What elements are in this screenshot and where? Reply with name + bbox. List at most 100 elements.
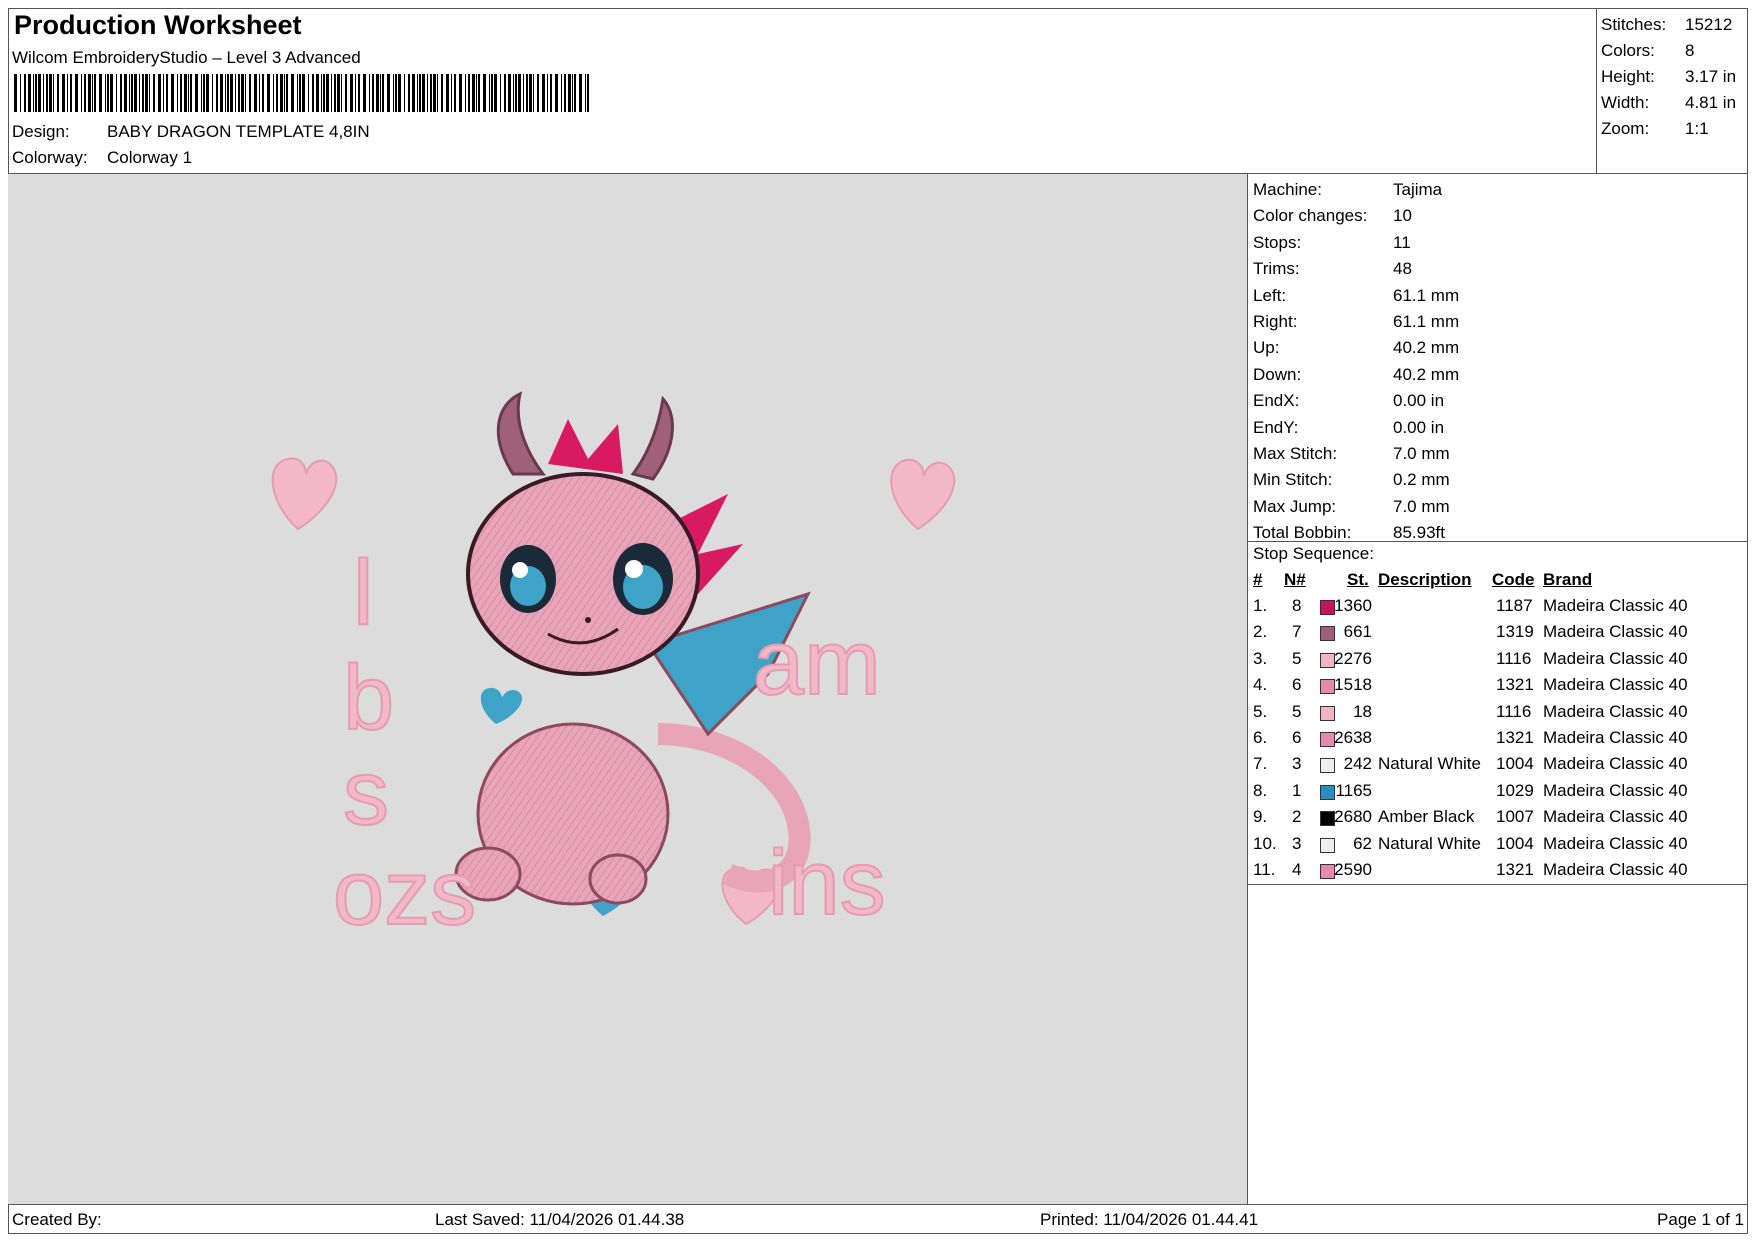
width-row: Width: 4.81 in: [1601, 90, 1748, 116]
stop-stitches: 1165: [1335, 780, 1372, 800]
stop-stitches: 2276: [1334, 648, 1372, 668]
divider: [1248, 884, 1748, 885]
design-letter-b: b: [343, 647, 394, 749]
info-value: 40.2 mm: [1393, 364, 1460, 384]
width-label: Width:: [1601, 93, 1650, 112]
page-title: Production Worksheet: [14, 10, 302, 40]
stop-brand: Madeira Classic 40: [1543, 833, 1688, 853]
stitches-value: 15212: [1685, 15, 1733, 34]
info-row: Right: 61.1 mm: [1253, 312, 1459, 332]
stop-stitches: 2590: [1334, 860, 1372, 879]
software-name: Wilcom EmbroideryStudio – Level 3 Advanc…: [12, 48, 361, 67]
design-text-am: am: [753, 612, 881, 714]
stop-description: Natural White: [1378, 833, 1481, 853]
info-label: Trims:: [1253, 259, 1300, 279]
info-value: 0.2 mm: [1393, 470, 1450, 490]
stop-brand: Madeira Classic 40: [1543, 701, 1688, 721]
height-value: 3.17 in: [1685, 67, 1737, 86]
stop-index: 6.: [1253, 728, 1268, 747]
stitches-row: Stitches: 15212: [1601, 12, 1748, 38]
info-row: Trims: 48: [1253, 259, 1412, 279]
stop-brand: Madeira Classic 40: [1543, 754, 1688, 774]
heart-icon: [271, 457, 338, 531]
info-label: Max Stitch:: [1253, 444, 1338, 463]
last-saved: Last Saved: 11/04/2026 01.44.38: [435, 1210, 685, 1229]
stop-index: 4.: [1253, 675, 1268, 695]
info-value: 7.0 mm: [1393, 496, 1450, 516]
info-row: Down: 40.2 mm: [1253, 365, 1459, 385]
stop-needle: 7: [1292, 622, 1302, 642]
info-row: Min Stitch: 0.2 mm: [1253, 470, 1450, 490]
info-value: 11: [1393, 232, 1411, 252]
stop-needle: 8: [1292, 596, 1302, 615]
stop-index: 1.: [1253, 596, 1268, 615]
colors-label: Colors:: [1601, 41, 1655, 60]
stop-brand: Madeira Classic 40: [1543, 728, 1688, 747]
info-label: Color changes:: [1253, 206, 1368, 226]
stop-code: 1004: [1496, 754, 1534, 774]
height-label: Height:: [1601, 67, 1655, 86]
created-by: Created By:: [12, 1210, 102, 1229]
colors-value: 8: [1685, 41, 1695, 60]
zoom-value: 1:1: [1685, 119, 1709, 138]
col-header-description: Description: [1378, 570, 1472, 589]
stop-index: 9.: [1253, 807, 1268, 827]
color-swatch: [1320, 626, 1335, 642]
design-preview: l b s ozs am ins: [8, 174, 1248, 1204]
design-letter-l: l: [353, 542, 373, 644]
color-swatch: [1320, 837, 1335, 853]
stop-row: 6. 6 2638 1321 Madeira Classic 40: [1248, 728, 1748, 754]
page-number: Page 1 of 1: [1657, 1210, 1744, 1229]
stop-needle: 1: [1292, 780, 1302, 800]
stop-stitches: 1518: [1334, 675, 1372, 695]
color-swatch: [1320, 705, 1335, 721]
color-swatch: [1320, 679, 1335, 695]
info-value: Tajima: [1393, 180, 1443, 199]
stop-stitches: 62: [1353, 833, 1372, 853]
design-row: Design: BABY DRAGON TEMPLATE 4,8IN: [12, 122, 370, 142]
stop-index: 11.: [1253, 860, 1276, 879]
stop-brand: Madeira Classic 40: [1543, 860, 1688, 879]
info-label: Left:: [1253, 285, 1287, 305]
stop-code: 1187: [1496, 596, 1533, 615]
worksheet-header: Production Worksheet Wilcom EmbroiderySt…: [8, 8, 1748, 174]
stop-needle: 6: [1292, 675, 1302, 695]
design-label: Design:: [12, 122, 70, 141]
info-row: EndY: 0.00 in: [1253, 417, 1444, 438]
stop-stitches: 242: [1343, 754, 1372, 774]
zoom-label: Zoom:: [1601, 119, 1650, 138]
info-label: EndX:: [1253, 391, 1300, 411]
stop-code: 1029: [1496, 780, 1534, 800]
stop-code: 1007: [1496, 807, 1534, 827]
stop-index: 5.: [1253, 701, 1268, 721]
stop-code: 1321: [1496, 860, 1534, 879]
design-text-ins: ins: [768, 832, 886, 934]
stop-code: 1321: [1496, 728, 1534, 747]
stop-code: 1116: [1496, 648, 1532, 668]
stop-needle: 5: [1292, 648, 1302, 668]
divider: [1248, 541, 1748, 542]
info-row: Color changes: 10: [1253, 206, 1412, 226]
col-header-needle: N#: [1284, 570, 1306, 589]
info-panel: Machine: Tajima Color changes: 10 Stops: 11 Tr…: [1248, 174, 1748, 1204]
stop-description: Amber Black: [1378, 807, 1475, 827]
stop-needle: 3: [1292, 833, 1302, 853]
stats-box: Stitches: 15212 Colors: 8 Height: 3.17 in W…: [1596, 8, 1748, 174]
stop-index: 7.: [1253, 754, 1268, 774]
colors-row: Colors: 8: [1601, 38, 1748, 64]
color-swatch: [1320, 811, 1335, 827]
info-label: Machine:: [1253, 180, 1322, 199]
stop-brand: Madeira Classic 40: [1543, 807, 1688, 827]
design-letter-s: s: [343, 742, 389, 844]
color-swatch: [1320, 600, 1335, 615]
info-value: 61.1 mm: [1393, 312, 1460, 331]
color-swatch: [1320, 784, 1335, 800]
info-value: 10: [1393, 206, 1412, 226]
stop-description: Natural White: [1378, 754, 1481, 774]
embroidery-design: l b s ozs am ins: [271, 391, 956, 945]
stop-stitches: 661: [1343, 622, 1372, 642]
width-value: 4.81 in: [1685, 93, 1737, 112]
info-label: Max Jump:: [1253, 496, 1337, 516]
info-label: Right:: [1253, 312, 1298, 331]
info-label: EndY:: [1253, 417, 1299, 437]
